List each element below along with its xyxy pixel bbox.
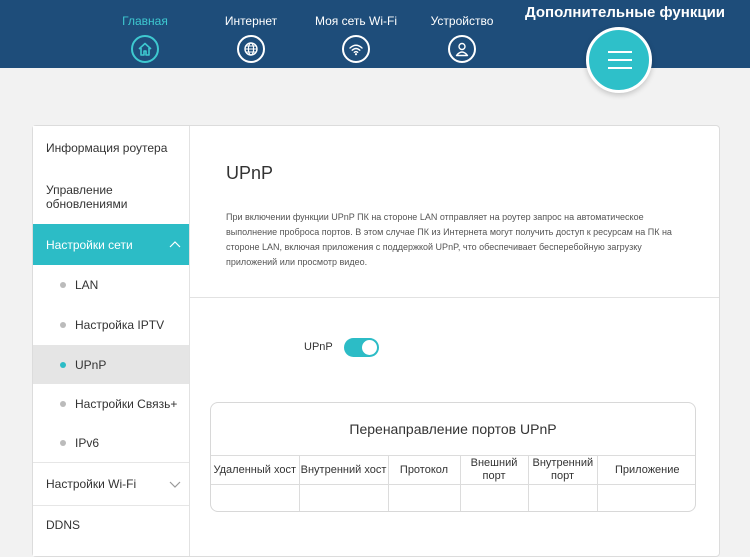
user-icon [448,35,476,63]
nav-internet-label: Интернет [224,14,278,28]
sidebar-item-iptv[interactable]: Настройка IPTV [33,305,189,345]
more-functions-title: Дополнительные функции [525,4,726,21]
sidebar-item-label: UPnP [75,357,107,372]
table-cell [527,484,598,511]
sidebar-item-ddns[interactable]: DDNS [33,506,189,544]
chevron-up-icon [169,240,181,247]
table-cell [298,484,389,511]
toggle-knob [362,340,377,355]
sidebar-group-wifi-settings[interactable]: Настройки Wi-Fi [33,463,189,505]
page-title: UPnP [226,163,274,183]
column-header-internal-host: Внутренний хост [298,455,389,485]
bullet-icon [60,361,66,368]
nav-device[interactable]: Устройство [414,13,510,63]
sidebar-item-label: Информация роутера [46,141,168,155]
sidebar-item-ipv6[interactable]: IPv6 [33,424,189,462]
port-forwarding-table: Перенаправление портов UPnP Удаленный хо… [210,402,696,512]
upnp-toggle[interactable] [344,338,379,357]
nav-wifi-label: Моя сеть Wi-Fi [315,14,397,28]
upnp-toggle-label: UPnP [304,341,333,353]
main-panel: Информация роутера Управление обновления… [32,125,720,557]
column-header-external-port: Внешний порт [459,455,529,485]
sidebar-item-label: Настройки Связь+ [75,397,178,411]
bullet-icon [60,282,66,288]
home-icon [131,35,159,63]
sidebar-item-lan[interactable]: LAN [33,265,189,305]
nav-device-label: Устройство [430,14,494,28]
port-forwarding-table-title: Перенаправление портов UPnP [349,421,557,437]
content-area: UPnP При включении функции UPnP ПК на ст… [190,126,719,556]
nav-wifi[interactable]: Моя сеть Wi-Fi [308,13,404,63]
menu-icon [608,59,632,61]
nav-home[interactable]: Главная [97,13,193,63]
table-row [211,484,695,511]
page-description: При включении функции UPnP ПК на стороне… [226,212,672,267]
table-cell [211,484,300,511]
bullet-icon [60,440,66,446]
sidebar-item-label: Настройка IPTV [75,318,165,332]
sidebar-item-upnp[interactable]: UPnP [33,345,189,384]
column-header-remote-host: Удаленный хост [211,455,300,485]
table-header-row: Удаленный хост Внутренний хост Протокол … [211,455,695,485]
sidebar-item-label: Управление обновлениями [46,183,128,211]
sidebar-item-label: LAN [75,278,99,292]
sidebar-item-update-management[interactable]: Управление обновлениями [33,170,189,224]
table-cell [459,484,529,511]
column-header-application: Приложение [596,455,695,485]
sidebar-group-network-settings[interactable]: Настройки сети [33,224,189,265]
port-forwarding-grid: Удаленный хост Внутренний хост Протокол … [211,455,695,511]
column-header-internal-port: Внутренний порт [527,455,598,485]
table-cell [387,484,461,511]
sidebar-item-router-info[interactable]: Информация роутера [33,126,189,170]
globe-icon [237,35,265,63]
more-functions-menu-button[interactable] [586,27,652,93]
menu-icon [608,67,632,69]
sidebar-item-label: DDNS [46,518,81,532]
sidebar-item-svyaz-plus[interactable]: Настройки Связь+ [33,384,189,424]
sidebar-item-label: Настройки Wi-Fi [46,477,137,491]
menu-icon [608,51,632,53]
sidebar-item-label: Настройки сети [46,237,133,252]
bullet-icon [60,401,66,407]
table-cell [596,484,695,511]
sidebar-item-label: IPv6 [75,436,100,450]
chevron-down-icon [169,481,181,488]
nav-home-label: Главная [122,14,168,28]
sidebar: Информация роутера Управление обновления… [33,126,190,556]
column-header-protocol: Протокол [387,455,461,485]
nav-internet[interactable]: Интернет [203,13,299,63]
wifi-icon [342,35,370,63]
bullet-icon [60,322,66,328]
content-divider [190,297,719,298]
